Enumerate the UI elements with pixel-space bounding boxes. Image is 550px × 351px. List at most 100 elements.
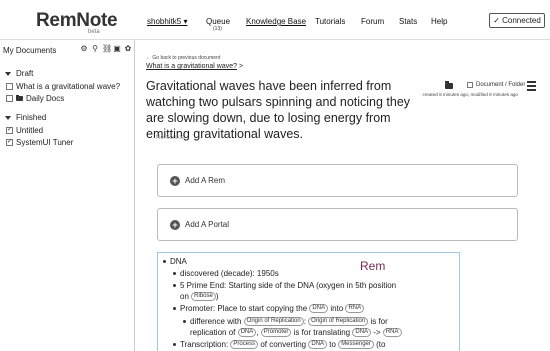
rem-difference-cont[interactable]: replication of DNA, Promoter is for tran… [190, 327, 402, 338]
nav-forum[interactable]: Forum [361, 17, 384, 26]
plus-icon: + [170, 219, 180, 230]
bullet-icon[interactable] [183, 320, 186, 324]
folder-icon [16, 95, 23, 101]
rem-text: (to [376, 340, 386, 349]
rem-text: 5 Prime End: Starting side of the DNA (o… [180, 281, 397, 290]
rem-text: -> [373, 328, 381, 337]
rem-text: of converting [260, 340, 307, 349]
checkbox[interactable] [6, 83, 13, 90]
my-documents-header: My Documents [3, 46, 57, 55]
checkbox-checked[interactable]: ✓ [6, 127, 13, 134]
rem-text: Promoter: Place to start copying the [180, 304, 308, 313]
section-title: Draft [16, 69, 34, 78]
queue-count: (13) [213, 26, 222, 32]
rem-text: replication of [190, 328, 236, 337]
sidebar-item-daily-docs[interactable]: Daily Docs [6, 94, 64, 103]
bullet-icon[interactable] [173, 284, 176, 288]
nav-stats[interactable]: Stats [399, 17, 417, 26]
caret-down-icon [5, 71, 11, 76]
bullet-icon[interactable] [173, 272, 176, 276]
plus-icon: + [170, 175, 180, 186]
rem-prime-end-cont[interactable]: on Ribose) [180, 291, 219, 302]
breadcrumb-link[interactable]: What is a gravitational wave? [146, 63, 237, 70]
back-link[interactable]: ← Go back to previous document [146, 55, 220, 61]
rem-dna[interactable]: DNA [163, 256, 187, 267]
rem-reference-rna[interactable]: RNA [345, 304, 365, 314]
settings-icon[interactable]: ✿ [124, 44, 132, 53]
rem-reference-ribose[interactable]: Ribose [191, 292, 216, 302]
gear-icon[interactable]: ⚙ [80, 44, 88, 53]
rem-text: DNA [170, 257, 187, 266]
sidebar-item-label: Daily Docs [26, 94, 65, 103]
sidebar-item-gravitational-wave[interactable]: What is a gravitational wave? [6, 82, 120, 91]
rem-text: is for translating [293, 328, 351, 337]
link-icon[interactable]: ⛓ [102, 44, 112, 53]
trash-icon[interactable]: ▣ [113, 44, 121, 53]
rem-reference-promoter[interactable]: Promoter [260, 328, 292, 338]
sidebar-item-label: What is a gravitational wave? [16, 82, 121, 91]
rem-reference-dna[interactable]: DNA [237, 328, 257, 338]
checkbox[interactable] [6, 95, 13, 102]
folder-icon[interactable] [445, 81, 453, 89]
top-navigation: shobhitk5 ▾ Queue (13) Knowledge Base Tu… [135, 0, 550, 40]
add-rem-label: Add A Rem [185, 176, 226, 185]
checkbox-checked[interactable]: ✓ [6, 139, 13, 146]
document-folder-toggle[interactable]: Document / Folder [467, 82, 525, 88]
page-title[interactable]: Gravitational waves have been inferred f… [146, 78, 416, 142]
nav-knowledge-base[interactable]: Knowledge Base [246, 17, 306, 26]
rem-text: into [330, 304, 344, 313]
bullet-icon[interactable] [173, 343, 176, 347]
rem-reference-dna[interactable]: DNA [309, 304, 329, 314]
sidebar-item-label: Untitled [16, 126, 44, 135]
rem-reference-process[interactable]: Process [230, 340, 259, 350]
document-folder-label: Document / Folder [476, 82, 526, 88]
rem-text: is for [370, 317, 388, 326]
section-draft[interactable]: Draft [5, 69, 33, 78]
rem-reference-origin[interactable]: Origin of Replication [308, 317, 369, 327]
rem-text: ) [215, 292, 219, 301]
rem-text: : [303, 317, 306, 326]
rem-text: on [180, 292, 189, 301]
user-menu[interactable]: shobhitk5 ▾ [147, 17, 187, 26]
hamburger-menu-icon[interactable] [527, 81, 536, 93]
add-rem-button[interactable]: + Add A Rem [157, 164, 518, 197]
app-logo[interactable]: RemNote [36, 10, 118, 32]
sidebar: My Documents ⚙ ⚲ ⛓ ▣ ✿ Draft What is a g… [0, 40, 135, 351]
bullet-icon[interactable] [173, 307, 176, 311]
logo-area: RemNote beta [0, 0, 135, 40]
rem-text: discovered (decade): 1950s [180, 269, 279, 278]
beta-label: beta [88, 29, 100, 35]
created-timestamp: created 8 minutes ago, modified 8 minute… [422, 92, 518, 97]
caret-down-icon [5, 115, 11, 120]
sidebar-item-systemui-tuner[interactable]: ✓ SystemUI Tuner [6, 138, 73, 147]
rem-prime-end[interactable]: 5 Prime End: Starting side of the DNA (o… [163, 280, 396, 291]
nav-help[interactable]: Help [431, 17, 447, 26]
rem-reference-dna[interactable]: DNA [352, 328, 372, 338]
rem-promoter[interactable]: Promoter: Place to start copying the DNA… [163, 303, 365, 314]
breadcrumb: What is a gravitational wave? > [146, 63, 243, 70]
rem-reference-dna[interactable]: DNA [308, 340, 328, 350]
sidebar-item-untitled[interactable]: ✓ Untitled [6, 126, 43, 135]
rem-reference-messenger[interactable]: Messenger [338, 340, 374, 350]
rem-discovered[interactable]: discovered (decade): 1950s [163, 268, 279, 279]
rem-text: Transcription: [180, 340, 229, 349]
connected-button[interactable]: ✓ Connected [489, 13, 545, 28]
search-icon[interactable]: ⚲ [91, 44, 99, 53]
rem-label: Rem [360, 259, 386, 273]
no-source-label[interactable]: No Source [156, 135, 184, 141]
nav-tutorials[interactable]: Tutorials [315, 17, 345, 26]
rem-transcription[interactable]: Transcription: Process of converting DNA… [163, 339, 385, 350]
bullet-icon[interactable] [163, 260, 166, 264]
section-title: Finished [16, 113, 47, 122]
checkbox[interactable] [467, 82, 473, 88]
rem-reference-origin[interactable]: Origin of Replication [243, 317, 304, 327]
add-portal-button[interactable]: + Add A Portal [157, 208, 518, 241]
rem-difference[interactable]: difference with Origin of Replication: O… [163, 316, 388, 327]
rem-text: to [329, 340, 336, 349]
sidebar-toolbar: ⚙ ⚲ ⛓ ▣ ✿ [80, 44, 132, 53]
rem-text: , [256, 328, 259, 337]
nav-queue[interactable]: Queue [206, 17, 230, 26]
breadcrumb-separator: > [239, 63, 244, 70]
section-finished[interactable]: Finished [5, 113, 46, 122]
rem-reference-rna[interactable]: RNA [382, 328, 402, 338]
